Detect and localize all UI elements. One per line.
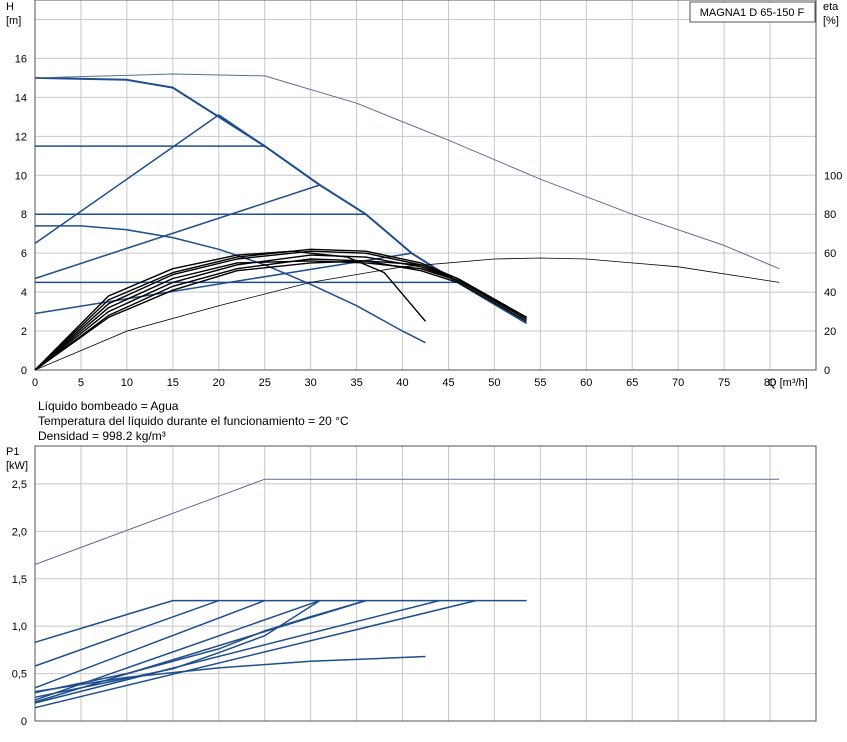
bottom-chart-ticks: 0 0,5 1,0 1,5 2,0 2,5 — [12, 479, 27, 728]
top-chart-ticks: 0 5 10 15 20 25 30 35 40 45 50 55 60 65 70 75 80 0 2 4 6 8 10 1… — [15, 53, 843, 389]
eta-axis-label: eta — [823, 1, 839, 13]
series-prop-pressure-2 — [34, 114, 266, 245]
x-tick-label: 50 — [488, 377, 500, 389]
series-eta-single-15 — [34, 258, 527, 371]
pump-performance-chart: 0 5 10 15 20 25 30 35 40 45 50 55 60 65 70 75 80 0 2 4 6 8 10 1… — [6, 0, 843, 728]
p1-tick-label: 0,5 — [12, 669, 27, 681]
fluid-info-liquid: Líquido bombeado = Agua — [38, 399, 179, 413]
h-tick-label: 4 — [21, 287, 27, 299]
top-chart-grid — [34, 0, 817, 371]
p1-tick-label: 2,5 — [12, 479, 27, 491]
h-axis-unit: [m] — [6, 15, 21, 27]
series-eta-single-12 — [34, 250, 527, 371]
h-tick-label: 12 — [15, 131, 27, 143]
fluid-info: Líquido bombeado = Agua Temperatura del … — [38, 399, 349, 444]
series-envelope-twin-1 — [34, 73, 780, 270]
eta-tick-label: 60 — [824, 248, 836, 260]
h-tick-label: 10 — [15, 170, 27, 182]
p1-tick-label: 2,0 — [12, 526, 27, 538]
h-tick-label: 8 — [21, 209, 27, 221]
p1-axis-unit: [kW] — [6, 460, 28, 472]
p1-series-prop-pressure-6 — [34, 599, 440, 704]
x-tick-label: 40 — [396, 377, 408, 389]
series-eta-twin-9 — [34, 257, 780, 371]
eta-tick-label: 40 — [824, 287, 836, 299]
p1-series-envelope-twin-0 — [34, 478, 780, 565]
h-tick-label: 14 — [15, 92, 27, 104]
x-tick-label: 60 — [580, 377, 592, 389]
p1-tick-label: 0 — [21, 716, 27, 728]
x-tick-label: 75 — [718, 377, 730, 389]
p1-axis-label: P1 — [6, 446, 19, 458]
q-axis-label: Q [m³/h] — [768, 377, 808, 389]
h-tick-label: 2 — [21, 326, 27, 338]
top-chart-series — [34, 73, 780, 371]
series-eta-single-11 — [34, 248, 527, 371]
x-tick-label: 0 — [32, 377, 38, 389]
p1-tick-label: 1,0 — [12, 621, 27, 633]
fluid-info-density: Densidad = 998.2 kg/m³ — [38, 429, 166, 443]
top-plot-frame — [34, 0, 817, 371]
fluid-info-temperature: Temperatura del líquido durante el funci… — [38, 414, 349, 428]
eta-axis-unit: [%] — [823, 15, 839, 27]
h-axis-label: H — [6, 1, 14, 13]
x-tick-label: 20 — [213, 377, 225, 389]
series-max-curve-single-8 — [35, 225, 426, 344]
eta-tick-label: 100 — [824, 170, 842, 182]
x-tick-label: 70 — [672, 377, 684, 389]
p1-tick-label: 1,5 — [12, 574, 27, 586]
x-tick-label: 5 — [78, 377, 84, 389]
eta-tick-label: 80 — [824, 209, 836, 221]
x-tick-label: 25 — [259, 377, 271, 389]
x-tick-label: 30 — [305, 377, 317, 389]
x-tick-label: 35 — [350, 377, 362, 389]
x-tick-label: 45 — [442, 377, 454, 389]
p1-series-curve-9 — [34, 599, 367, 694]
h-tick-label: 6 — [21, 248, 27, 260]
eta-tick-label: 20 — [824, 326, 836, 338]
x-tick-label: 65 — [626, 377, 638, 389]
series-prop-pressure-3 — [34, 184, 321, 280]
x-tick-label: 15 — [167, 377, 179, 389]
series-max-curve-twin-0 — [34, 76, 528, 325]
x-tick-label: 10 — [121, 377, 133, 389]
h-tick-label: 0 — [21, 365, 27, 377]
eta-tick-label: 0 — [824, 365, 830, 377]
h-tick-label: 16 — [15, 53, 27, 65]
p1-series-prop-pressure-7 — [34, 599, 477, 709]
chart-title: MAGNA1 D 65-150 F — [700, 7, 805, 19]
x-tick-label: 55 — [534, 377, 546, 389]
